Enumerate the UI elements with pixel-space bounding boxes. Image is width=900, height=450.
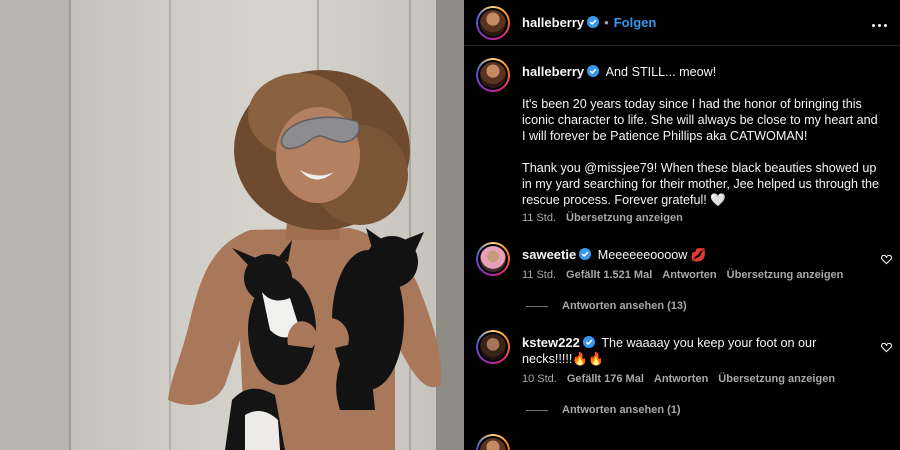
header-separator: • xyxy=(604,15,609,30)
comment-time[interactable]: 11 Std. xyxy=(522,269,556,281)
post-photo xyxy=(0,0,464,450)
comment-username[interactable]: saweetie xyxy=(522,247,576,262)
caption-translate-link[interactable]: Übersetzung anzeigen xyxy=(566,212,683,224)
wall-panel-left xyxy=(0,0,70,450)
header-username[interactable]: halleberry xyxy=(522,15,584,30)
comment-reply-button[interactable]: Antworten xyxy=(654,373,708,385)
comment-avatar[interactable] xyxy=(476,434,510,450)
follow-button[interactable]: Folgen xyxy=(614,15,657,30)
comment-meta: 10 Std. Gefällt 176 Mal Antworten Übersetzu… xyxy=(522,373,845,385)
caption-avatar[interactable] xyxy=(476,58,510,92)
comment: saweetie Meeeeeeoooow 💋 xyxy=(522,247,852,263)
verified-badge-icon xyxy=(582,336,595,348)
comment-time[interactable]: 10 Std. xyxy=(522,373,557,385)
comment-avatar[interactable] xyxy=(476,330,510,364)
header-user: halleberry • Folgen xyxy=(522,14,656,32)
comment-translate-link[interactable]: Übersetzung anzeigen xyxy=(727,269,844,281)
caption-paragraph-2: Thank you @missjee79! When these black b… xyxy=(522,161,880,207)
comment-username[interactable]: kstew222 xyxy=(522,335,580,350)
post-header: halleberry • Folgen xyxy=(464,0,900,46)
verified-badge-icon xyxy=(587,16,600,28)
caption-first-line: And STILL... meow! xyxy=(605,65,717,79)
heart-icon[interactable] xyxy=(881,342,892,353)
comment-meta: 11 Std. Gefällt 1.521 Mal Antworten Überset… xyxy=(522,269,853,281)
comment-reply-button[interactable]: Antworten xyxy=(662,269,716,281)
view-replies-button[interactable]: Antworten ansehen (13) xyxy=(526,300,687,312)
view-replies-button[interactable]: Antworten ansehen (1) xyxy=(526,404,681,416)
caption: halleberry And STILL... meow! It's been … xyxy=(522,64,884,208)
comment-avatar[interactable] xyxy=(476,242,510,276)
caption-username[interactable]: halleberry xyxy=(522,64,584,79)
comment-translate-link[interactable]: Übersetzung anzeigen xyxy=(718,373,835,385)
heart-icon[interactable] xyxy=(881,254,892,265)
caption-time[interactable]: 11 Std. xyxy=(522,212,556,224)
caption-paragraph-1: It's been 20 years today since I had the… xyxy=(522,97,878,143)
comment-likes[interactable]: Gefällt 1.521 Mal xyxy=(566,269,652,281)
caption-meta: 11 Std. Übersetzung anzeigen xyxy=(522,212,693,224)
view-replies-label: Antworten ansehen (1) xyxy=(562,404,681,416)
comment-likes[interactable]: Gefällt 176 Mal xyxy=(567,373,644,385)
photo-illustration xyxy=(0,0,464,450)
replies-divider xyxy=(526,409,548,411)
post-panel: halleberry • Folgen halleberry And STILL..… xyxy=(464,0,900,450)
view-replies-label: Antworten ansehen (13) xyxy=(562,300,687,312)
avatar[interactable] xyxy=(476,6,510,40)
verified-badge-icon xyxy=(587,65,600,77)
comment-text: Meeeeeeoooow 💋 xyxy=(597,248,707,262)
verified-badge-icon xyxy=(579,248,592,260)
more-options-icon[interactable] xyxy=(870,14,888,28)
comment: kstew222 The waaaay you keep your foot o… xyxy=(522,335,822,367)
replies-divider xyxy=(526,305,548,307)
